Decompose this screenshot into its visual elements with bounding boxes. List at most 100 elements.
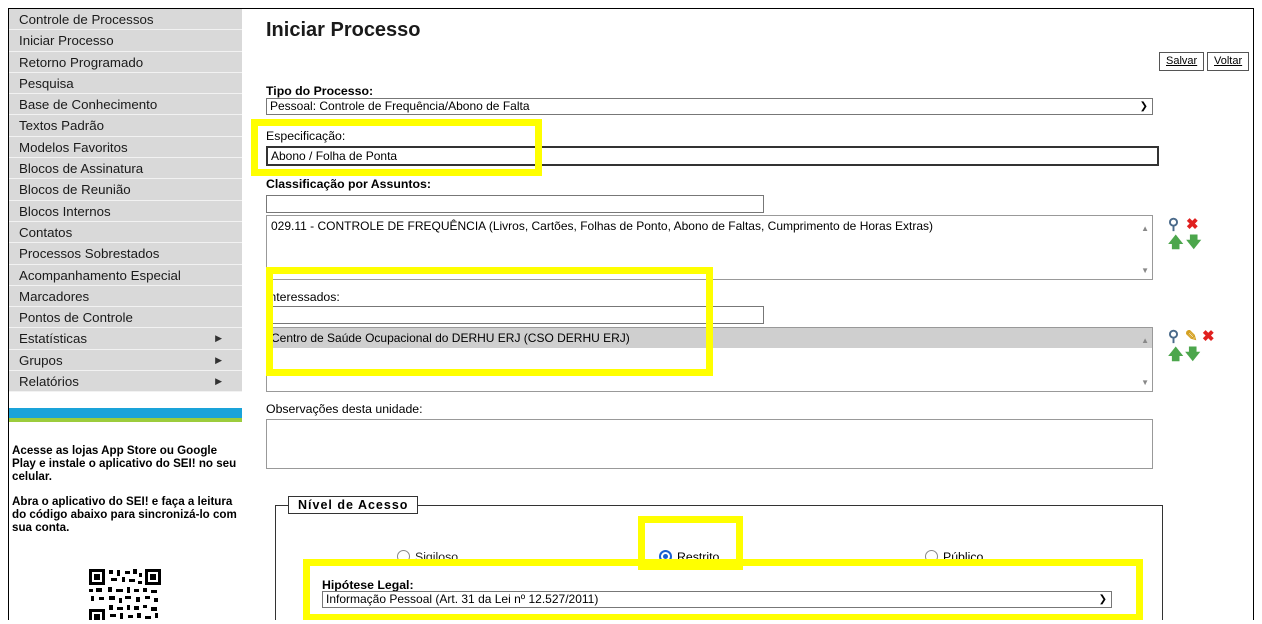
remove-icon[interactable]: ✖ bbox=[1186, 217, 1199, 232]
tipo-processo-value: Pessoal: Controle de Frequência/Abono de… bbox=[270, 99, 530, 113]
sidebar-item-label: Modelos Favoritos bbox=[19, 139, 128, 155]
sidebar-item-controle-de-processos[interactable]: Controle de Processos bbox=[9, 9, 242, 31]
back-button[interactable]: Voltar bbox=[1207, 52, 1250, 71]
classificacao-list[interactable]: 029.11 - CONTROLE DE FREQUÊNCIA (Livros,… bbox=[266, 215, 1153, 280]
observacoes-label: Observações desta unidade: bbox=[266, 402, 423, 416]
especificacao-input[interactable]: Abono / Folha de Ponta bbox=[266, 146, 1159, 166]
hipotese-legal-select[interactable]: Informação Pessoal (Art. 31 da Lei nº 12… bbox=[322, 591, 1112, 608]
radio-circle-icon[interactable] bbox=[925, 550, 938, 563]
sidebar-item-modelos-favoritos[interactable]: Modelos Favoritos bbox=[9, 136, 242, 159]
sidebar-item-label: Blocos de Assinatura bbox=[19, 161, 144, 177]
interessados-list[interactable]: Centro de Saúde Ocupacional do DERHU ERJ… bbox=[266, 327, 1153, 392]
sidebar-item-pesquisa[interactable]: Pesquisa bbox=[9, 72, 242, 95]
back-button-label: Voltar bbox=[1214, 55, 1243, 67]
sidebar-item-grupos[interactable]: Grupos ▶ bbox=[9, 349, 242, 372]
main-content: Iniciar Processo Salvar Voltar Tipo do P… bbox=[242, 9, 1253, 620]
sidebar-item-label: Acompanhamento Especial bbox=[19, 267, 181, 283]
scroll-down-icon[interactable]: ▼ bbox=[1141, 378, 1149, 387]
move-up-icon[interactable]: 🡅 bbox=[1168, 235, 1183, 250]
submenu-arrow-icon: ▶ bbox=[215, 376, 222, 387]
sidebar-item-label: Relatórios bbox=[19, 374, 79, 390]
nivel-acesso-legend: Nível de Acesso bbox=[288, 496, 419, 514]
sidebar-item-label: Estatísticas bbox=[19, 331, 87, 347]
sidebar-divider-green bbox=[9, 418, 242, 422]
nivel-acesso-fieldset: Nível de Acesso Sigiloso Restrito Públic… bbox=[275, 496, 1163, 620]
sidebar-item-iniciar-processo[interactable]: Iniciar Processo bbox=[9, 30, 242, 52]
especificacao-label: Especificação: bbox=[266, 129, 346, 143]
window-frame: Controle de Processos Iniciar Processo R… bbox=[8, 8, 1254, 620]
hipotese-legal-value: Informação Pessoal (Art. 31 da Lei nº 12… bbox=[326, 592, 599, 606]
edit-icon[interactable]: ✎ bbox=[1185, 329, 1198, 344]
radio-label: Restrito bbox=[677, 550, 720, 564]
tipo-processo-select[interactable]: Pessoal: Controle de Frequência/Abono de… bbox=[266, 98, 1153, 115]
sidebar-item-label: Grupos bbox=[19, 352, 63, 368]
classificacao-label: Classificação por Assuntos: bbox=[266, 177, 431, 191]
sidebar-item-label: Pesquisa bbox=[19, 75, 74, 91]
list-item[interactable]: 029.11 - CONTROLE DE FREQUÊNCIA (Livros,… bbox=[267, 216, 1152, 236]
interessados-search-input[interactable] bbox=[266, 306, 764, 324]
search-icon[interactable]: ⚲ bbox=[1168, 217, 1179, 232]
search-icon[interactable]: ⚲ bbox=[1168, 329, 1179, 344]
scroll-down-icon[interactable]: ▼ bbox=[1141, 266, 1149, 275]
page-title: Iniciar Processo bbox=[266, 19, 421, 41]
tipo-processo-label: Tipo do Processo: bbox=[266, 84, 374, 98]
sidebar-item-estatisticas[interactable]: Estatísticas ▶ bbox=[9, 328, 242, 350]
sidebar-item-blocos-de-assinatura[interactable]: Blocos de Assinatura bbox=[9, 158, 242, 180]
classificacao-actions: ⚲ ✖ 🡅 🡇 bbox=[1168, 217, 1208, 257]
submenu-arrow-icon: ▶ bbox=[215, 333, 222, 344]
scroll-up-icon[interactable]: ▲ bbox=[1141, 336, 1149, 345]
hipotese-legal-label: Hipótese Legal: bbox=[322, 578, 414, 592]
move-down-icon[interactable]: 🡇 bbox=[1186, 235, 1201, 250]
sidebar-item-label: Base de Conhecimento bbox=[19, 97, 158, 113]
radio-checked-icon[interactable] bbox=[659, 550, 672, 563]
submenu-arrow-icon: ▶ bbox=[215, 354, 222, 365]
radio-publico[interactable]: Público bbox=[925, 550, 983, 564]
classificacao-search-input[interactable] bbox=[266, 195, 764, 213]
sidebar-item-label: Textos Padrão bbox=[19, 118, 105, 134]
remove-icon[interactable]: ✖ bbox=[1202, 329, 1215, 344]
sidebar-item-label: Blocos Internos bbox=[19, 203, 111, 219]
radio-restrito[interactable]: Restrito bbox=[659, 550, 719, 564]
move-down-icon[interactable]: 🡇 bbox=[1185, 347, 1200, 362]
sidebar-item-pontos-de-controle[interactable]: Pontos de Controle bbox=[9, 307, 242, 329]
sidebar-item-label: Pontos de Controle bbox=[19, 310, 133, 326]
radio-circle-icon[interactable] bbox=[397, 550, 410, 563]
sidebar-item-textos-padrao[interactable]: Textos Padrão bbox=[9, 115, 242, 137]
sidebar-divider-blue bbox=[9, 408, 242, 418]
app-promo: Acesse as lojas App Store ou Google Play… bbox=[12, 444, 237, 546]
radio-sigiloso[interactable]: Sigiloso bbox=[397, 550, 458, 564]
sidebar-item-relatorios[interactable]: Relatórios ▶ bbox=[9, 371, 242, 393]
sidebar-item-retorno-programado[interactable]: Retorno Programado bbox=[9, 51, 242, 73]
app-promo-text-2: Abra o aplicativo do SEI! e faça a leitu… bbox=[12, 495, 237, 534]
sidebar-item-contatos[interactable]: Contatos bbox=[9, 221, 242, 244]
move-up-icon[interactable]: 🡅 bbox=[1168, 347, 1183, 362]
sidebar-item-acompanhamento-especial[interactable]: Acompanhamento Especial bbox=[9, 264, 242, 286]
sidebar-item-marcadores[interactable]: Marcadores bbox=[9, 285, 242, 308]
sidebar-item-processos-sobrestados[interactable]: Processos Sobrestados bbox=[9, 243, 242, 265]
sidebar-item-label: Processos Sobrestados bbox=[19, 246, 160, 262]
sidebar-item-label: Marcadores bbox=[19, 288, 90, 304]
save-button-label: Salvar bbox=[1166, 55, 1198, 67]
observacoes-textarea[interactable] bbox=[266, 419, 1153, 469]
sidebar-item-label: Retorno Programado bbox=[19, 54, 144, 70]
sidebar-item-label: Contatos bbox=[19, 224, 73, 240]
sidebar-item-label: Blocos de Reunião bbox=[19, 182, 131, 198]
list-item[interactable]: Centro de Saúde Ocupacional do DERHU ERJ… bbox=[267, 328, 1152, 348]
sidebar-item-label: Controle de Processos bbox=[19, 12, 154, 27]
scroll-up-icon[interactable]: ▲ bbox=[1141, 224, 1149, 233]
sidebar-item-blocos-de-reuniao[interactable]: Blocos de Reunião bbox=[9, 179, 242, 201]
interessados-actions: ⚲ ✎ ✖ 🡅 🡇 bbox=[1168, 329, 1228, 369]
radio-label: Sigiloso bbox=[415, 550, 459, 564]
radio-label: Público bbox=[943, 550, 984, 564]
sidebar-menu: Controle de Processos Iniciar Processo R… bbox=[9, 9, 242, 393]
sidebar-item-label: Iniciar Processo bbox=[19, 33, 114, 49]
save-button[interactable]: Salvar bbox=[1159, 52, 1205, 71]
chevron-down-icon: ❯ bbox=[1098, 594, 1107, 605]
sidebar-item-blocos-internos[interactable]: Blocos Internos bbox=[9, 200, 242, 222]
sidebar-item-base-de-conhecimento[interactable]: Base de Conhecimento bbox=[9, 94, 242, 116]
app-promo-text-1: Acesse as lojas App Store ou Google Play… bbox=[12, 444, 237, 483]
chevron-down-icon: ❯ bbox=[1139, 101, 1148, 112]
sidebar: Controle de Processos Iniciar Processo R… bbox=[9, 9, 242, 620]
interessados-label: Interessados: bbox=[266, 290, 340, 304]
qr-code-icon bbox=[81, 569, 169, 620]
